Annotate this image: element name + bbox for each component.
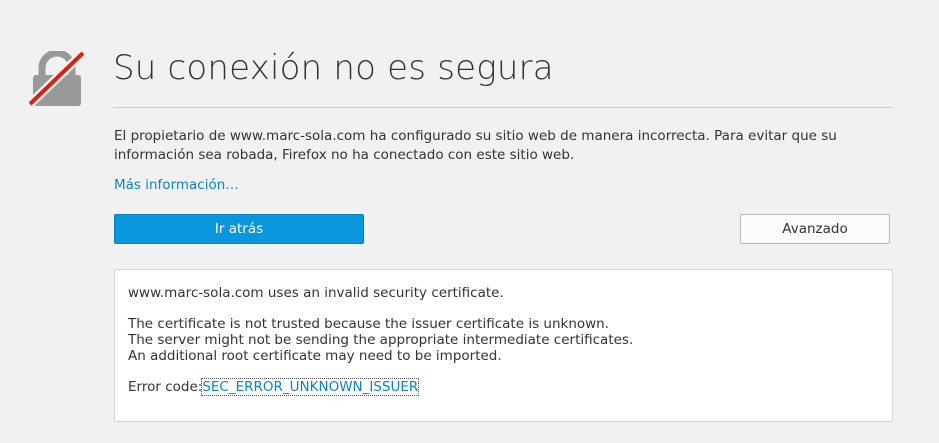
error-code-row: Error code:SEC_ERROR_UNKNOWN_ISSUER [128,378,879,396]
broken-lock-icon [26,49,87,108]
go-back-button[interactable]: Ir atrás [114,214,364,244]
title-divider [113,107,893,108]
error-code-link[interactable]: SEC_ERROR_UNKNOWN_ISSUER [201,378,420,396]
advanced-details-panel: www.marc-sola.com uses an invalid securi… [114,269,893,422]
error-code-label: Error code: [128,379,203,395]
details-line-3: The server might not be sending the appr… [128,332,634,348]
details-line-1: www.marc-sola.com uses an invalid securi… [128,285,504,301]
certificate-error-page: Su conexión no es segura El propietario … [0,0,939,443]
details-line-2: The certificate is not trusted because t… [128,316,610,332]
page-title: Su conexión no es segura [113,48,554,88]
advanced-button[interactable]: Avanzado [740,214,890,244]
error-description: El propietario de www.marc-sola.com ha c… [114,128,837,163]
more-info-link[interactable]: Más información… [114,177,239,193]
details-line-4: An additional root certificate may need … [128,348,502,364]
